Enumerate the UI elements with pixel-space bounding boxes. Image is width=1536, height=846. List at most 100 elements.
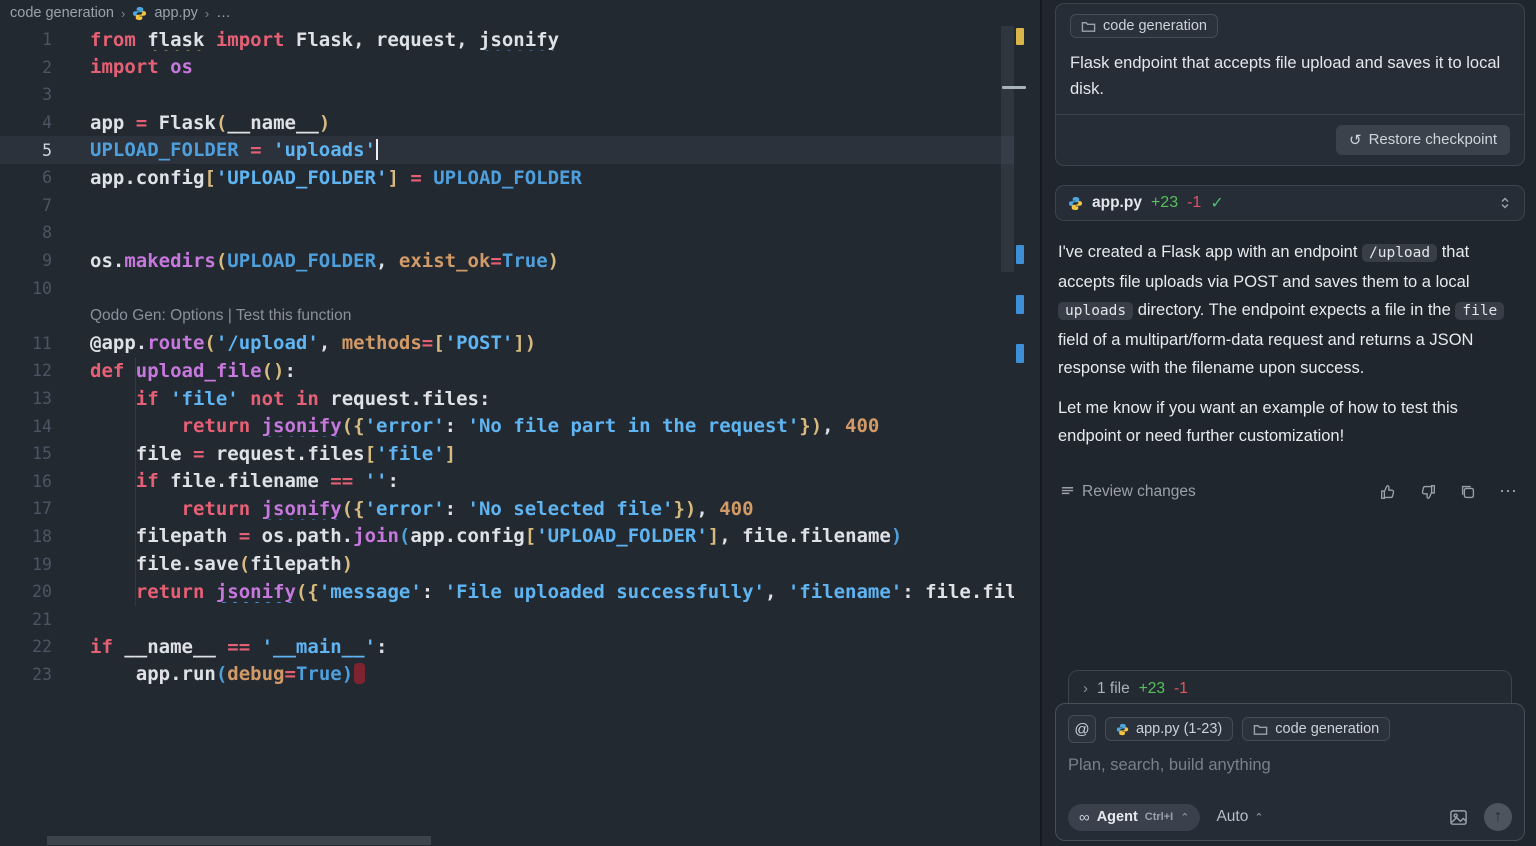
code-token: : bbox=[284, 359, 296, 382]
folder-icon bbox=[1253, 724, 1268, 735]
codelens[interactable]: Qodo Gen: Options | Test this function bbox=[0, 302, 1014, 330]
code-token: ( bbox=[204, 332, 216, 355]
code-token: ] bbox=[707, 525, 720, 548]
code-token: ) bbox=[524, 332, 537, 355]
code-editor[interactable]: code generation › app.py › … 1 from flask… bbox=[0, 0, 1040, 846]
breadcrumb-symbol[interactable]: … bbox=[216, 5, 231, 21]
code-token: 400 bbox=[845, 415, 880, 438]
more-options-icon[interactable]: ⋯ bbox=[1499, 481, 1518, 502]
code-token: ( bbox=[215, 249, 228, 272]
folder-context-chip[interactable]: code generation bbox=[1242, 717, 1391, 741]
code-line[interactable]: 8 bbox=[0, 219, 1014, 247]
code-line[interactable]: 11 @app.route('/upload', methods=['POST']… bbox=[0, 330, 1014, 358]
line-number: 5 bbox=[42, 140, 52, 160]
expand-icon[interactable] bbox=[1498, 196, 1512, 210]
code-line[interactable]: 2 import os bbox=[0, 54, 1014, 82]
code-text: if file.filename == '': bbox=[90, 470, 1014, 492]
changed-file-card[interactable]: app.py +23 -1 ✓ bbox=[1055, 185, 1525, 221]
code-token: 'error' bbox=[364, 415, 445, 438]
assistant-paragraph: I've created a Flask app with an endpoin… bbox=[1058, 238, 1520, 383]
file-name: app.py bbox=[1092, 194, 1142, 211]
error-marker bbox=[354, 663, 366, 685]
code-line[interactable]: 18 filepath = os.path.join(app.config['U… bbox=[0, 523, 1014, 551]
task-card: code generation Flask endpoint that acce… bbox=[1055, 3, 1525, 166]
code-line[interactable]: 6 app.config['UPLOAD_FOLDER'] = UPLOAD_FO… bbox=[0, 164, 1014, 192]
editor-horizontal-scrollbar[interactable] bbox=[47, 836, 431, 845]
code-token: [ bbox=[433, 332, 445, 355]
attach-image-button[interactable] bbox=[1449, 808, 1468, 827]
code-line[interactable]: 10 bbox=[0, 274, 1014, 302]
model-selector[interactable]: Auto ⌃ bbox=[1216, 808, 1263, 826]
line-number: 19 bbox=[32, 554, 52, 574]
code-token: ({ bbox=[341, 415, 365, 438]
code-line[interactable]: 19 file.save(filepath) bbox=[0, 550, 1014, 578]
send-button[interactable]: ↑ bbox=[1484, 803, 1512, 831]
code-line[interactable]: 15 file = request.files['file'] bbox=[0, 440, 1014, 468]
thumbs-down-icon[interactable] bbox=[1419, 483, 1437, 501]
code-token: 'uploads' bbox=[273, 139, 376, 162]
line-number: 9 bbox=[42, 251, 52, 271]
code-token: import bbox=[204, 28, 296, 51]
code-line[interactable]: 1 from flask import Flask, request, jsoni… bbox=[0, 26, 1014, 54]
line-number: 20 bbox=[32, 582, 52, 602]
list-icon bbox=[1061, 487, 1074, 495]
code-token: ({ bbox=[295, 580, 319, 603]
codelens-text[interactable]: Qodo Gen: Options | Test this function bbox=[90, 307, 1014, 325]
chevron-right-icon: › bbox=[1083, 680, 1088, 697]
code-line[interactable]: 9 os.makedirs(UPLOAD_FOLDER, exist_ok=Tru… bbox=[0, 247, 1014, 275]
python-icon bbox=[1068, 196, 1083, 210]
code-line[interactable]: 22 if __name__ == '__main__': bbox=[0, 633, 1014, 661]
editor-vertical-scrollbar[interactable] bbox=[1001, 26, 1014, 272]
code-token: , file.filename bbox=[719, 525, 891, 548]
copy-icon[interactable] bbox=[1459, 483, 1477, 501]
code-token: Flask, request, bbox=[295, 28, 479, 51]
code-token: 'File uploaded successfully' bbox=[444, 580, 765, 603]
review-changes-link[interactable]: Review changes bbox=[1060, 483, 1196, 501]
code-token: ) bbox=[341, 553, 354, 576]
code-token: = bbox=[421, 332, 434, 355]
line-number: 8 bbox=[42, 223, 52, 243]
code-token: = bbox=[398, 166, 434, 189]
code-line[interactable]: 21 bbox=[0, 605, 1014, 633]
code-line[interactable]: 16 if file.filename == '': bbox=[0, 468, 1014, 496]
code-token: () bbox=[261, 359, 285, 382]
arrow-up-icon: ↑ bbox=[1494, 808, 1502, 825]
code-token: app.config bbox=[410, 525, 525, 548]
code-token: , bbox=[764, 580, 788, 603]
divider bbox=[1056, 113, 1524, 115]
code-line[interactable]: 17 return jsonify({'error': 'No selected… bbox=[0, 495, 1014, 523]
code-line[interactable]: 13 if 'file' not in request.files: bbox=[0, 385, 1014, 413]
code-line[interactable]: 20 return jsonify({'message': 'File uplo… bbox=[0, 578, 1014, 606]
text-cursor bbox=[376, 139, 378, 161]
code-line[interactable]: 4 app = Flask(__name__) bbox=[0, 109, 1014, 137]
breadcrumb-folder[interactable]: code generation bbox=[10, 5, 114, 21]
add-context-button[interactable]: @ bbox=[1068, 715, 1096, 743]
line-number: 7 bbox=[42, 195, 52, 215]
code-line[interactable]: 5 UPLOAD_FOLDER = 'uploads' bbox=[0, 136, 1014, 164]
code-token: 'No file part in the request' bbox=[467, 415, 800, 438]
code-line[interactable]: 23 app.run(debug=True) bbox=[0, 661, 1014, 689]
code-text: app.run(debug=True) bbox=[90, 663, 1014, 685]
breadcrumb-file[interactable]: app.py bbox=[154, 5, 198, 21]
ruler-cursor-mark bbox=[1002, 86, 1026, 89]
code-token: = bbox=[135, 111, 159, 134]
code-line[interactable]: 3 bbox=[0, 81, 1014, 109]
thumbs-up-icon[interactable] bbox=[1379, 483, 1397, 501]
context-chip[interactable]: code generation bbox=[1070, 14, 1218, 38]
code-token: not in bbox=[238, 387, 331, 410]
agent-mode-selector[interactable]: ∞ Agent Ctrl+I ⌃ bbox=[1068, 803, 1201, 831]
code-line[interactable]: 14 return jsonify({'error': 'No file par… bbox=[0, 412, 1014, 440]
code-token: = bbox=[490, 249, 502, 272]
code-text: def upload_file(): bbox=[90, 360, 1014, 382]
code-line[interactable]: 7 bbox=[0, 192, 1014, 220]
lines-removed: -1 bbox=[1187, 194, 1202, 211]
code-token: UPLOAD_FOLDER bbox=[433, 166, 582, 189]
assistant-panel: code generation Flask endpoint that acce… bbox=[1040, 0, 1536, 846]
restore-checkpoint-button[interactable]: ↺ Restore checkpoint bbox=[1336, 124, 1510, 155]
chat-input[interactable]: Plan, search, build anything bbox=[1068, 756, 1512, 775]
chat-composer[interactable]: @ app.py (1-23) code generation Plan, se… bbox=[1055, 703, 1525, 841]
file-context-chip[interactable]: app.py (1-23) bbox=[1105, 717, 1234, 741]
breadcrumb[interactable]: code generation › app.py › … bbox=[0, 0, 1040, 26]
code-line[interactable]: 12 def upload_file(): bbox=[0, 357, 1014, 385]
undo-icon: ↺ bbox=[1349, 131, 1362, 149]
